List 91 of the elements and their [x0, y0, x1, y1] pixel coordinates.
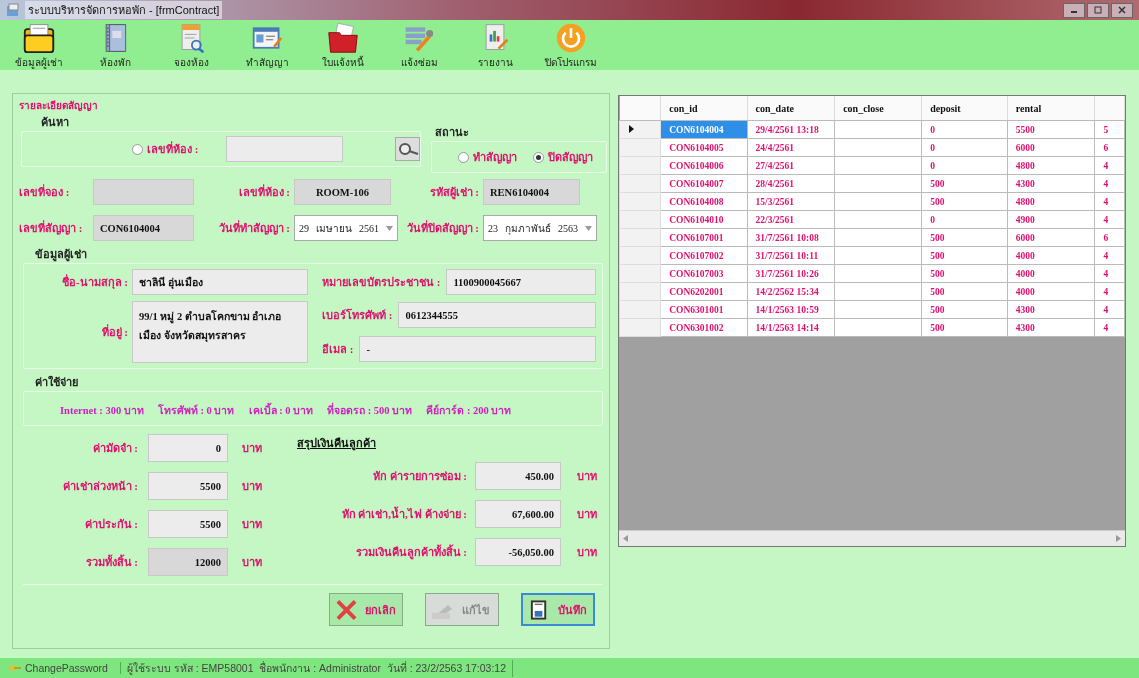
expense-item: ที่จอดรถ : 500 บาท [327, 402, 413, 419]
unit-label: บาท [241, 517, 263, 532]
close-button[interactable] [1111, 2, 1133, 18]
unit-label: บาท [576, 507, 598, 522]
dropdown-icon [585, 225, 592, 231]
field-label: ค่าเช่าล่วงหน้า : [61, 479, 138, 494]
toolbar-button[interactable]: ทำสัญญา [236, 20, 298, 70]
date-picker[interactable]: 23 กุมภาพันธ์ 2563 [483, 215, 597, 241]
date-part: 2563 [558, 222, 578, 234]
scroll-right-icon [1116, 535, 1121, 542]
text-field[interactable]: 1100900045667 [446, 269, 597, 295]
toolbar-button[interactable]: ปิดโปรแกรม [540, 20, 602, 70]
section-title: รายละเอียดสัญญา [19, 99, 99, 113]
group-title: สถานะ [435, 125, 470, 140]
field-label: เลขที่สัญญา : [19, 219, 84, 237]
text-field[interactable]: 450.00 [475, 462, 561, 490]
toolbar-button[interactable]: ห้องพัก [84, 20, 146, 70]
column-header[interactable]: con_id [660, 96, 748, 121]
folder-icon [21, 22, 57, 54]
date-part: กุมภาพันธ์ [505, 221, 551, 236]
text-field[interactable]: 5500 [148, 472, 228, 500]
field-label: วันที่ปิดสัญญา : [405, 219, 479, 237]
text-field[interactable]: 5500 [148, 510, 228, 538]
unit-label: บาท [576, 469, 598, 484]
status-text: ผู้ใช้ระบบ รหัส : EMP58001 ชื่อพนักงาน : Administrator วันที่ : 23/2/2563 17:03:12 [126, 659, 514, 677]
text-field[interactable]: 0 [148, 434, 228, 462]
maximize-icon [1093, 6, 1103, 14]
expense-item: คีย์การ์ด : 200 บาท [426, 403, 512, 418]
unit-label: บาท [241, 479, 263, 494]
column-header[interactable]: con_close [834, 96, 922, 121]
text-field[interactable]: -56,050.00 [475, 538, 561, 566]
date-part: 29 [299, 222, 309, 234]
field-label: ชื่อ-นามสกุล : [60, 273, 128, 291]
window-title: ระบบบริหารจัดการหอพัก - [frmContract] [25, 1, 223, 19]
search-icon [396, 142, 419, 156]
field-label: ค่ามัดจำ : [91, 441, 138, 456]
expense-item: Internet : 300 บาท [60, 404, 144, 418]
text-field[interactable]: - [359, 336, 597, 362]
maximize-button[interactable] [1087, 2, 1109, 18]
field-label: ค่าประกัน : [83, 517, 138, 532]
field-label: เบอร์โทรศัพท์ : [322, 307, 393, 323]
field-label: รหัสผู้เช่า : [428, 185, 479, 201]
toolbar-button[interactable]: แจ้งซ่อม [388, 20, 450, 70]
address-field[interactable]: 99/1 หมู่ 2 ตำบลโคกขาม อำเภอเมือง จังหวัดสมุทรสาคร [132, 301, 308, 363]
date-part: 2561 [359, 222, 379, 234]
summary-title: สรุปเงินคืนลูกค้า [297, 436, 377, 452]
field-label: วันที่ทำสัญญา : [217, 219, 290, 237]
minimize-button[interactable] [1063, 2, 1085, 18]
radio-option[interactable]: ทำสัญญา [458, 148, 517, 166]
column-header[interactable]: deposit [921, 96, 1008, 121]
close-icon [336, 598, 357, 621]
expense-item: โทรศัพท์ : 0 บาท [157, 403, 235, 418]
date-picker[interactable]: 29 เมษายน 2561 [294, 215, 398, 241]
document-folder-icon [325, 22, 361, 54]
unit-label: บาท [241, 441, 263, 456]
toolbar-button[interactable]: รายงาน [464, 20, 526, 70]
unit-label: บาท [241, 555, 263, 570]
radio-option[interactable]: เลขที่ห้อง : [132, 140, 199, 158]
column-header[interactable]: rental [1007, 96, 1095, 121]
text-field[interactable]: 0612344555 [398, 302, 597, 328]
date-part: เมษายน [316, 221, 352, 236]
toolbar-button[interactable]: ข้อมูลผู้เช่า [8, 20, 70, 70]
field-label: อีเมล : [322, 342, 354, 357]
field-label: หัก ค่ารายการซ่อม : [371, 469, 467, 484]
text-field[interactable]: ชาลินี อุ่นเมือง [132, 269, 308, 295]
text-field[interactable]: 67,600.00 [475, 500, 561, 528]
field-label: ที่อยู่ : [100, 323, 128, 341]
field-label: เลขที่จอง : [19, 183, 71, 200]
group-title: ค่าใช้จ่าย [35, 374, 79, 390]
group-title: ข้อมูลผู้เช่า [35, 247, 88, 263]
group-title: ค้นหา [41, 115, 70, 130]
toolbar-button[interactable]: ใบแจ้งหนี้ [312, 20, 374, 70]
app-icon [6, 3, 20, 17]
close-icon [1117, 6, 1127, 14]
search-button[interactable] [395, 137, 420, 161]
change-password-link[interactable]: ChangePassword [25, 662, 114, 674]
field-label: รวมทั้งสิ้น : [84, 553, 138, 570]
search-field[interactable] [226, 136, 344, 162]
field-label: เลขที่ห้อง : [237, 183, 290, 200]
scroll-left-icon [623, 535, 628, 542]
field-label: รวมเงินคืนลูกค้าทั้งสิ้น : [354, 543, 467, 561]
field-label: หัก ค่าเช่า,น้ำ,ไฟ ค้างจ่าย : [340, 505, 467, 522]
toolbar-button[interactable]: จองห้อง [160, 20, 222, 70]
radio-option[interactable]: ปิดสัญญา [533, 148, 593, 166]
date-part: 23 [488, 222, 498, 234]
column-header[interactable]: con_date [747, 96, 835, 121]
dropdown-icon [386, 225, 393, 231]
key-icon [8, 662, 22, 674]
expense-item: เคเบิ้ล : 0 บาท [248, 402, 314, 419]
field-label: หมายเลขบัตรประชาชน : [322, 275, 441, 290]
unit-label: บาท [576, 545, 598, 560]
